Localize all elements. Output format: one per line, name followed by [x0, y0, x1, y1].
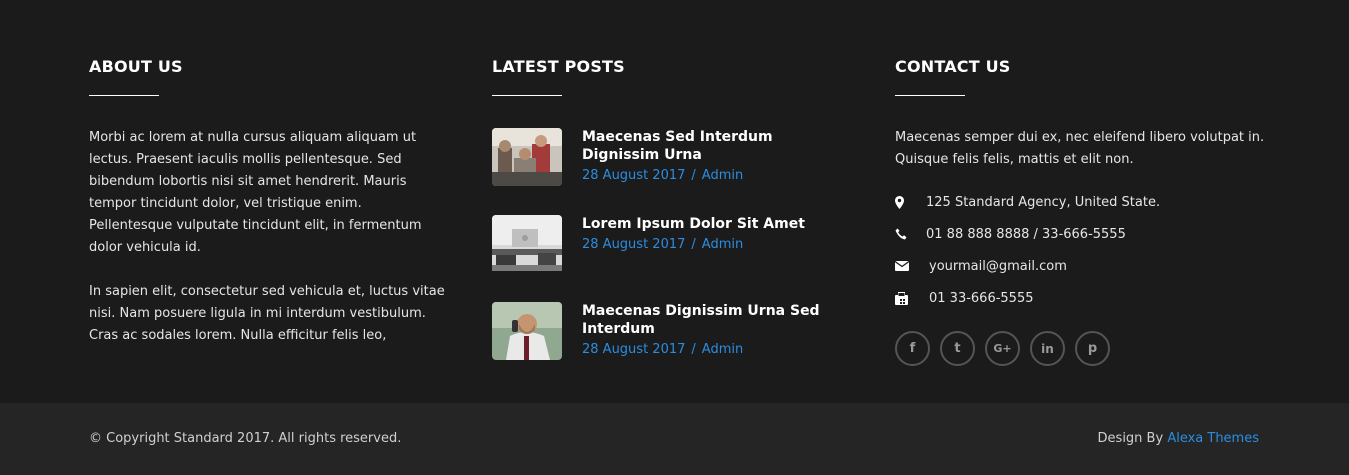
post-date[interactable]: 28 August 2017 [582, 168, 685, 183]
post-title[interactable]: Lorem Ipsum Dolor Sit Amet [582, 215, 852, 233]
fax-icon [895, 291, 929, 305]
contact-column: CONTACT US Maecenas semper dui ex, nec e… [895, 58, 1275, 366]
heading-underline [89, 95, 159, 96]
post-meta: 28 August 2017 / Admin [582, 341, 852, 359]
post-item: Lorem Ipsum Dolor Sit Amet 28 August 201… [492, 215, 852, 271]
credit-prefix: Design By [1097, 431, 1164, 446]
design-credit: Design By Alexa Themes [1098, 430, 1259, 448]
post-title[interactable]: Maecenas Sed Interdum Dignissim Urna [582, 128, 852, 164]
twitter-icon[interactable]: t [940, 331, 975, 366]
heading-underline [895, 95, 965, 96]
post-item: Maecenas Dignissim Urna Sed Interdum 28 … [492, 302, 852, 360]
contact-email-text[interactable]: yourmail@gmail.com [929, 259, 1067, 274]
posts-list: Maecenas Sed Interdum Dignissim Urna 28 … [492, 128, 852, 360]
post-body: Maecenas Dignissim Urna Sed Interdum 28 … [582, 302, 852, 359]
contact-address: 125 Standard Agency, United State. [895, 186, 1275, 218]
pinterest-icon[interactable]: p [1075, 331, 1110, 366]
heading-underline [492, 95, 562, 96]
linkedin-icon[interactable]: in [1030, 331, 1065, 366]
post-thumbnail[interactable] [492, 128, 562, 186]
latest-posts-column: LATEST POSTS Maecenas Sed Interdum Digni… [492, 58, 852, 389]
post-thumbnail[interactable] [492, 215, 562, 273]
credit-link[interactable]: Alexa Themes [1167, 431, 1259, 446]
post-date[interactable]: 28 August 2017 [582, 342, 685, 357]
post-meta-separator: / [691, 168, 696, 183]
post-item: Maecenas Sed Interdum Dignissim Urna 28 … [492, 128, 852, 186]
latest-posts-heading: LATEST POSTS [492, 57, 625, 76]
contact-fax-text: 01 33-666-5555 [929, 290, 1034, 306]
post-meta: 28 August 2017 / Admin [582, 236, 852, 254]
post-thumbnail[interactable] [492, 302, 562, 360]
about-paragraph-2: In sapien elit, consectetur sed vehicula… [89, 284, 445, 343]
contact-phone-text[interactable]: 01 88 888 8888 / 33-666-5555 [926, 227, 1126, 242]
post-meta: 28 August 2017 / Admin [582, 167, 852, 185]
post-author[interactable]: Admin [702, 342, 743, 357]
phone-icon [895, 228, 926, 240]
about-paragraph-1: Morbi ac lorem at nulla cursus aliquam a… [89, 130, 422, 255]
post-author[interactable]: Admin [702, 168, 743, 183]
contact-email: yourmail@gmail.com [895, 250, 1275, 282]
about-text: Morbi ac lorem at nulla cursus aliquam a… [89, 127, 449, 347]
contact-fax: 01 33-666-5555 [895, 282, 1275, 314]
footer-top: ABOUT US Morbi ac lorem at nulla cursus … [0, 0, 1349, 403]
contact-heading: CONTACT US [895, 57, 1011, 76]
post-body: Lorem Ipsum Dolor Sit Amet 28 August 201… [582, 215, 852, 254]
about-column: ABOUT US Morbi ac lorem at nulla cursus … [89, 58, 449, 347]
facebook-icon[interactable]: f [895, 331, 930, 366]
post-body: Maecenas Sed Interdum Dignissim Urna 28 … [582, 128, 852, 185]
contact-list: 125 Standard Agency, United State. 01 88… [895, 186, 1275, 314]
post-meta-separator: / [691, 237, 696, 252]
map-marker-icon [895, 195, 926, 209]
post-date[interactable]: 28 August 2017 [582, 237, 685, 252]
post-meta-separator: / [691, 342, 696, 357]
contact-phone: 01 88 888 8888 / 33-666-5555 [895, 218, 1275, 250]
post-author[interactable]: Admin [702, 237, 743, 252]
contact-address-text: 125 Standard Agency, United State. [926, 194, 1161, 210]
google-plus-icon[interactable]: G+ [985, 331, 1020, 366]
contact-intro: Maecenas semper dui ex, nec eleifend lib… [895, 130, 1265, 167]
post-title[interactable]: Maecenas Dignissim Urna Sed Interdum [582, 302, 852, 338]
copyright-text: © Copyright Standard 2017. All rights re… [89, 431, 402, 446]
envelope-icon [895, 261, 929, 271]
social-links: f t G+ in p [895, 331, 1275, 366]
about-heading: ABOUT US [89, 57, 183, 76]
